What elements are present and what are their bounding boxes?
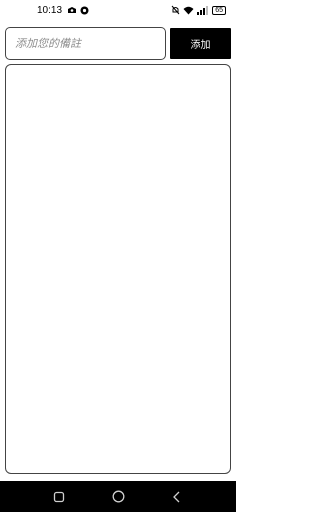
status-right-icons: 65 (171, 5, 226, 15)
add-note-button[interactable]: 添加 (170, 28, 231, 59)
recent-apps-icon (53, 491, 65, 502)
status-bar: 10:13 65 (0, 0, 236, 22)
mute-icon (171, 5, 180, 15)
circle-app-icon (80, 6, 89, 15)
signal-icon (197, 5, 209, 15)
home-button[interactable] (98, 481, 138, 512)
note-input[interactable] (5, 27, 166, 60)
battery-icon: 65 (212, 5, 226, 15)
back-button[interactable] (157, 481, 197, 512)
back-icon (173, 491, 180, 502)
home-icon (112, 490, 124, 503)
wifi-icon (183, 6, 194, 14)
navigation-bar (0, 481, 236, 512)
notification-icon (68, 7, 76, 13)
recent-apps-button[interactable] (39, 481, 79, 512)
note-input-row: 添加 (5, 27, 231, 60)
status-time: 10:13 (37, 5, 63, 16)
status-left-icons (67, 6, 89, 15)
notes-list (5, 64, 231, 474)
